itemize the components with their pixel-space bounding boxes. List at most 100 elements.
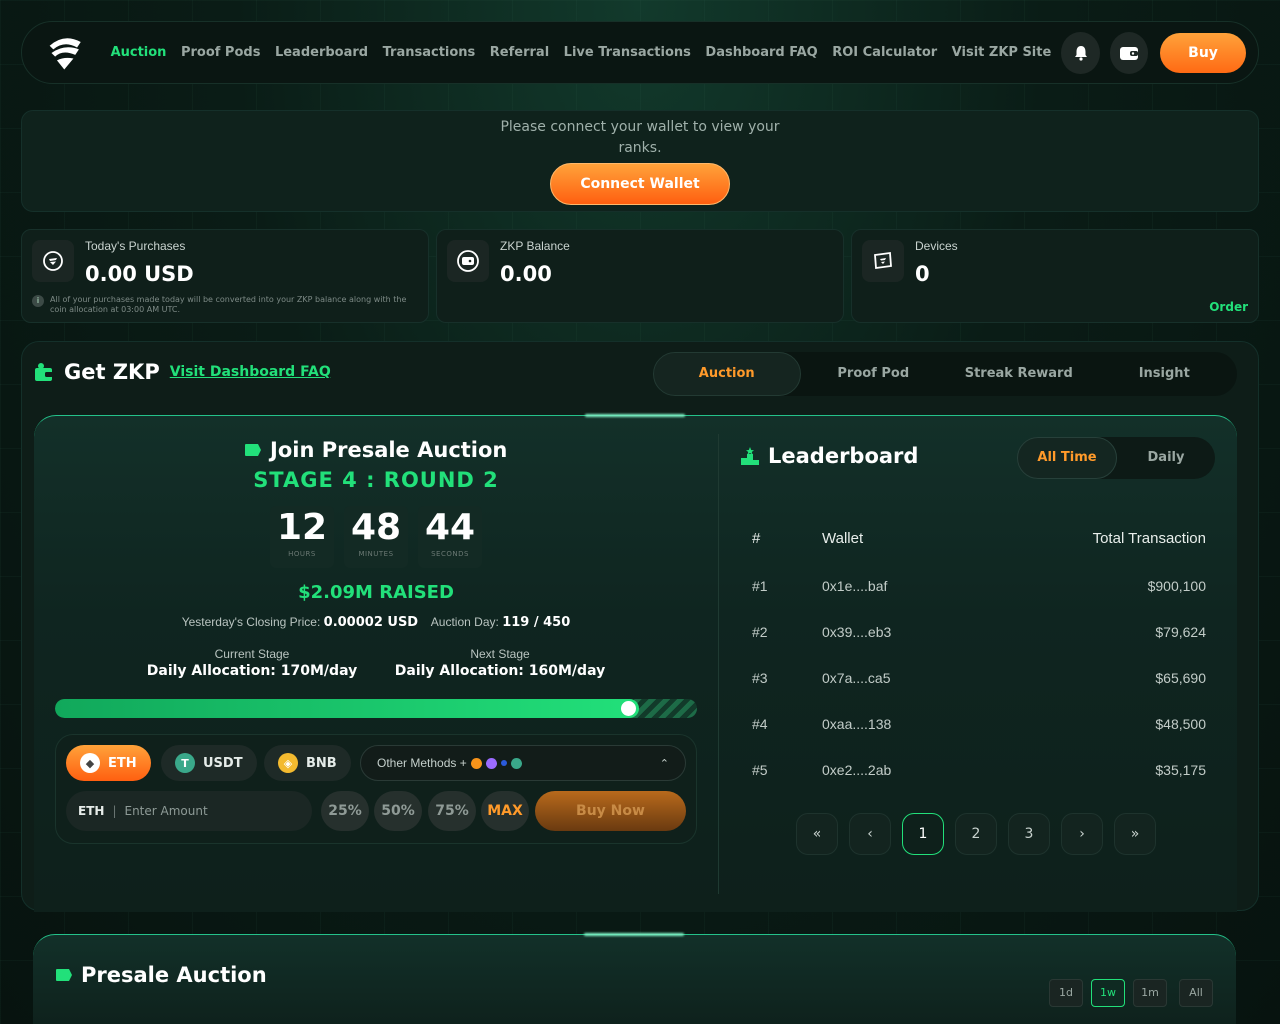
timer-value: 44: [424, 507, 476, 548]
page-2-button[interactable]: 2: [955, 813, 997, 855]
wallet-icon: [447, 240, 489, 282]
tab-insight[interactable]: Insight: [1092, 352, 1238, 396]
tab-streak-reward[interactable]: Streak Reward: [946, 352, 1092, 396]
chevron-left-icon: ‹: [867, 826, 873, 842]
connect-wallet-banner: Please connect your wallet to view your …: [21, 110, 1259, 212]
stat-label: ZKP Balance: [500, 239, 570, 253]
card-top-glow: [585, 414, 685, 417]
next-stage-label: Next Stage: [470, 647, 530, 661]
stat-zkp-balance: ZKP Balance 0.00: [436, 229, 844, 323]
price-line: Yesterday's Closing Price: 0.00002 USD A…: [34, 615, 718, 630]
pct-25-button[interactable]: 25%: [321, 791, 369, 831]
range-1d-button[interactable]: 1d: [1049, 979, 1083, 1007]
purchase-box: ◆ ETH T USDT ◈ BNB Other Methods + ⌃ ETH: [55, 734, 697, 844]
other-methods-label: Other Methods +: [377, 756, 467, 770]
row-wallet: 0x1e....baf: [822, 578, 888, 594]
next-page-button[interactable]: ›: [1061, 813, 1103, 855]
last-page-button[interactable]: »: [1114, 813, 1156, 855]
nav-live-transactions[interactable]: Live Transactions: [564, 45, 691, 60]
stat-todays-purchases: Today's Purchases 0.00 USD i All of your…: [21, 229, 429, 323]
visit-dashboard-faq-link[interactable]: Visit Dashboard FAQ: [170, 364, 331, 380]
table-row: #5 0xe2....2ab $35,175: [752, 762, 1206, 778]
row-total: $48,500: [1155, 716, 1206, 732]
stat-value: 0.00: [500, 262, 552, 286]
connect-wallet-button[interactable]: Connect Wallet: [550, 163, 730, 205]
stat-value: 0: [915, 262, 930, 286]
col-wallet: Wallet: [822, 530, 864, 547]
token-icon: [510, 757, 522, 769]
stat-note-text: All of your purchases made today will be…: [50, 295, 407, 314]
current-allocation: Daily Allocation: 170M/day: [146, 663, 358, 679]
stage-label: STAGE 4 : ROUND 2: [253, 468, 499, 492]
stat-note: i All of your purchases made today will …: [32, 295, 422, 315]
amount-separator: |: [112, 804, 117, 818]
get-zkp-header: Get ZKP Visit Dashboard FAQ: [34, 360, 331, 384]
stat-label: Devices: [915, 239, 958, 253]
coin-usdt-button[interactable]: T USDT: [161, 745, 257, 781]
connect-message: Please connect your wallet to view your …: [500, 119, 780, 156]
range-1m-button[interactable]: 1m: [1133, 979, 1167, 1007]
notifications-button[interactable]: [1061, 31, 1100, 74]
nav-proof-pods[interactable]: Proof Pods: [181, 45, 261, 60]
nav-links: Auction Proof Pods Leaderboard Transacti…: [111, 45, 1052, 60]
eth-icon: ◆: [80, 753, 100, 773]
table-row: #1 0x1e....baf $900,100: [752, 578, 1206, 594]
nav-auction[interactable]: Auction: [111, 45, 167, 60]
coin-eth-button[interactable]: ◆ ETH: [66, 745, 151, 781]
nav-dashboard-faq[interactable]: Dashboard FAQ: [705, 45, 817, 60]
presale-header: Presale Auction: [55, 963, 267, 987]
link-icon: [500, 760, 507, 766]
leaderboard-header-row: # Wallet Total Transaction: [752, 530, 1206, 547]
wallet-button[interactable]: [1109, 31, 1149, 74]
pct-75-button[interactable]: 75%: [428, 791, 476, 831]
tab-proof-pod[interactable]: Proof Pod: [801, 352, 947, 396]
info-icon: i: [32, 295, 44, 307]
timer-value: 48: [350, 507, 402, 548]
page-1-button[interactable]: 1: [902, 813, 944, 855]
tab-all-time[interactable]: All Time: [1017, 437, 1117, 479]
next-stage-block: Next Stage Daily Allocation: 160M/day: [390, 647, 610, 679]
timer-seconds: 44 SECONDS: [418, 506, 482, 568]
amount-placeholder: Enter Amount: [124, 804, 208, 818]
coin-bnb-button[interactable]: ◈ BNB: [264, 745, 351, 781]
zkp-logo-icon[interactable]: [46, 33, 83, 73]
tab-auction[interactable]: Auction: [653, 352, 801, 396]
row-wallet: 0xaa....138: [822, 716, 892, 732]
nav-visit-zkp-site[interactable]: Visit ZKP Site: [952, 45, 1052, 60]
bell-icon: [1074, 45, 1087, 61]
card-top-glow: [584, 933, 684, 936]
range-all-button[interactable]: All: [1179, 979, 1213, 1007]
pct-50-button[interactable]: 50%: [374, 791, 422, 831]
buy-now-button[interactable]: Buy Now: [535, 791, 686, 831]
nav-transactions[interactable]: Transactions: [383, 45, 476, 60]
other-methods-select[interactable]: Other Methods + ⌃: [360, 745, 686, 781]
buy-button[interactable]: Buy: [1160, 32, 1247, 73]
timer-value: 12: [276, 507, 328, 548]
usdt-icon: T: [175, 753, 195, 773]
pct-max-button[interactable]: MAX: [481, 791, 529, 831]
tab-daily[interactable]: Daily: [1117, 437, 1215, 479]
col-total: Total Transaction: [1092, 530, 1206, 547]
range-1w-button[interactable]: 1w: [1091, 979, 1125, 1007]
coin-label: USDT: [203, 755, 243, 771]
auction-card: Join Presale Auction STAGE 4 : ROUND 2 1…: [34, 414, 1237, 912]
page-3-button[interactable]: 3: [1008, 813, 1050, 855]
row-total: $35,175: [1155, 762, 1206, 778]
divider: [718, 434, 719, 894]
row-rank: #1: [752, 578, 768, 594]
timer-unit: MINUTES: [358, 550, 394, 558]
leaderboard-title: Leaderboard: [768, 444, 919, 468]
first-page-button[interactable]: «: [796, 813, 838, 855]
stat-label: Today's Purchases: [85, 239, 186, 253]
countdown-timer: 12 HOURS 48 MINUTES 44 SECONDS: [270, 506, 482, 568]
prev-page-button[interactable]: ‹: [849, 813, 891, 855]
nav-referral[interactable]: Referral: [490, 45, 549, 60]
closing-price-value: 0.00002 USD: [323, 615, 419, 630]
double-chevron-left-icon: «: [812, 826, 822, 842]
amount-input[interactable]: ETH | Enter Amount: [66, 791, 312, 831]
order-link[interactable]: Order: [1209, 300, 1248, 314]
nav-roi-calculator[interactable]: ROI Calculator: [832, 45, 937, 60]
leaderboard-tabs: All Time Daily: [1017, 437, 1215, 479]
nav-leaderboard[interactable]: Leaderboard: [275, 45, 368, 60]
closing-price-label: Yesterday's Closing Price:: [181, 615, 321, 629]
